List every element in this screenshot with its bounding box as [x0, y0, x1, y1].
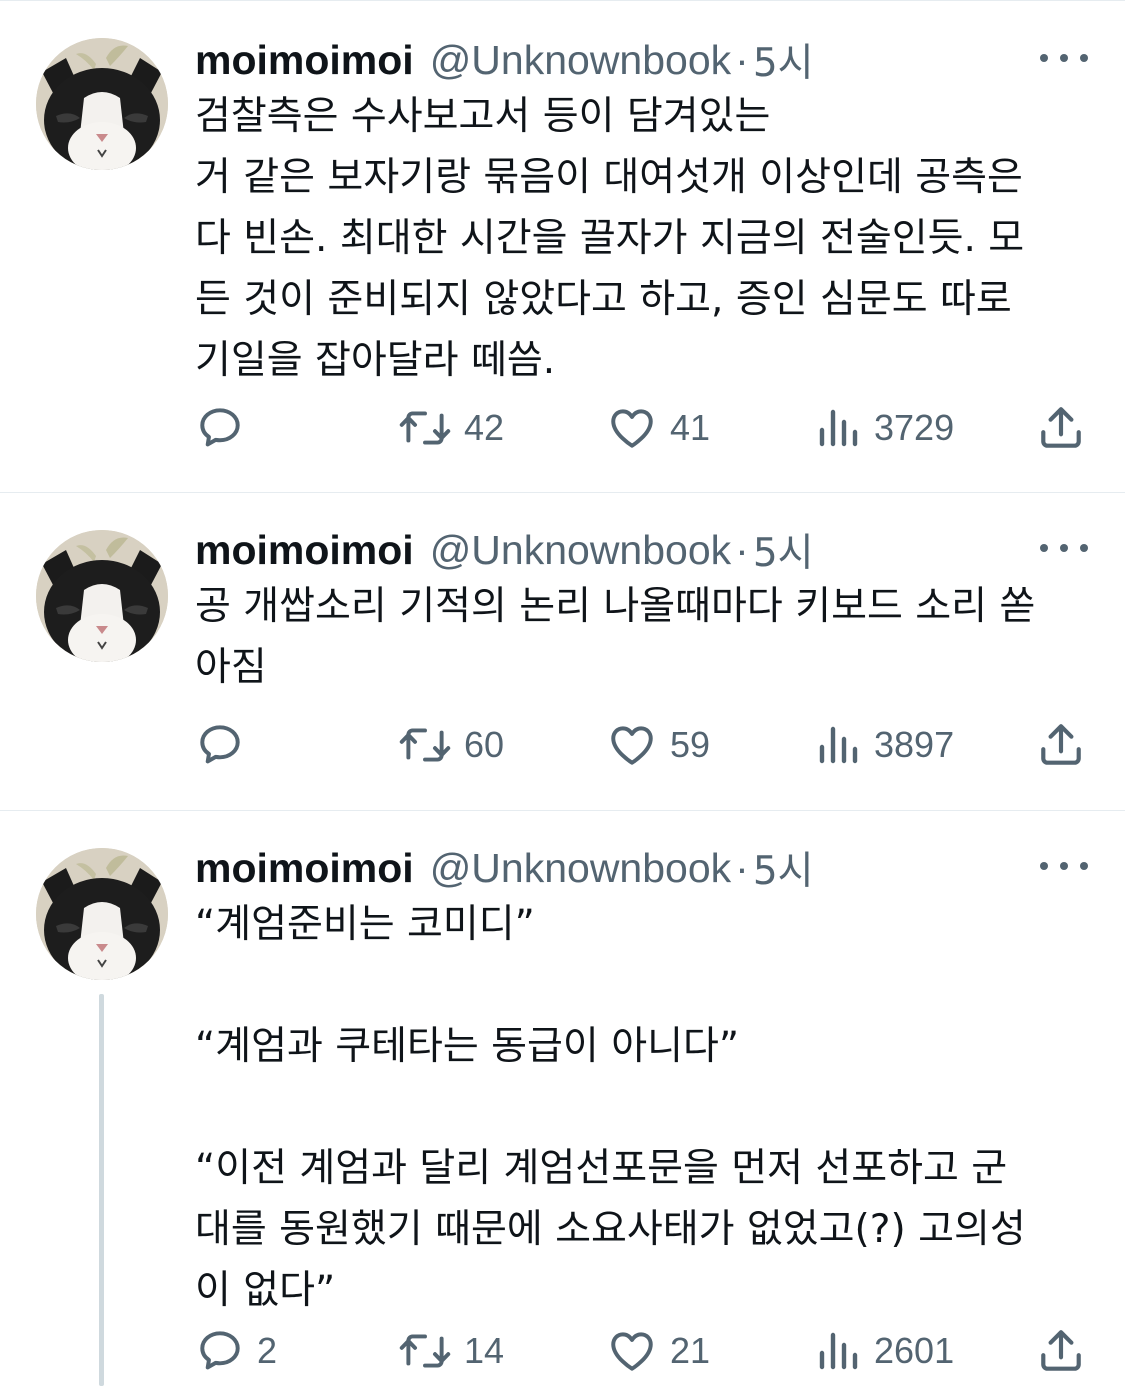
retweet-button[interactable]: 42: [398, 398, 504, 458]
views-icon: [819, 1332, 858, 1370]
tweet-text: 검찰측은 수사보고서 등이 담겨있는 거 같은 보자기랑 묶음이 대여섯개 이상…: [195, 86, 1095, 391]
reply-icon: [200, 408, 240, 447]
user-handle[interactable]: @Unknownbook: [430, 37, 731, 84]
retweet-icon: [399, 1334, 451, 1368]
cat-avatar-image: [36, 848, 168, 980]
more-options-icon[interactable]: [1040, 538, 1088, 558]
tweet-text-line: 기일을 잡아달라 떼씀.: [195, 338, 556, 383]
tweet-text-line: 이 없다”: [195, 1268, 336, 1313]
display-name[interactable]: moimoimoi: [195, 527, 414, 574]
retweet-icon: [399, 411, 451, 445]
heart-icon: [611, 409, 653, 448]
like-button[interactable]: 59: [606, 715, 710, 775]
display-name[interactable]: moimoimoi: [195, 37, 414, 84]
views-button[interactable]: 3897: [814, 715, 954, 775]
tweet-actions: 42 41 3729: [0, 398, 1125, 458]
tweet-divider: [0, 810, 1125, 811]
retweet-button[interactable]: 60: [398, 715, 504, 775]
tweet-text-line: “계엄준비는 코미디”: [195, 902, 535, 947]
cat-avatar-image: [36, 530, 168, 662]
avatar[interactable]: [36, 38, 168, 170]
timestamp[interactable]: 5시: [753, 522, 814, 578]
tweet-actions: 2 14 21 2601: [0, 1321, 1125, 1381]
avatar[interactable]: [36, 848, 168, 980]
reply-count: 2: [257, 1330, 278, 1371]
view-count: 3729: [874, 407, 955, 448]
retweet-count: 14: [464, 1330, 505, 1371]
share-button[interactable]: [1036, 715, 1086, 775]
tweet-text-line: 든 것이 준비되지 않았다고 하고, 증인 심문도 따로: [195, 277, 1012, 322]
separator-dot: ·: [735, 844, 749, 891]
tweet-divider: [0, 492, 1125, 493]
tweet-text-line: 대를 동원했기 때문에 소요사태가 없었고(?) 고의성: [195, 1207, 1026, 1252]
tweet-text-line: 공 개쌉소리 기적의 논리 나올때마다 키보드 소리 쏟: [195, 584, 1036, 629]
share-icon: [1041, 1330, 1081, 1371]
more-options-icon[interactable]: [1040, 48, 1088, 68]
tweet-text-line: 거 같은 보자기랑 묶음이 대여섯개 이상인데 공측은: [195, 155, 1023, 200]
like-count: 41: [670, 407, 711, 448]
tweet-actions: 60 59 3897: [0, 715, 1125, 775]
retweet-count: 60: [464, 724, 505, 765]
share-button[interactable]: [1036, 398, 1086, 458]
tweet-text-line: “계엄과 쿠테타는 동급이 아니다”: [195, 1024, 740, 1069]
reply-button[interactable]: [195, 398, 257, 458]
more-options-icon[interactable]: [1040, 856, 1088, 876]
like-button[interactable]: 41: [606, 398, 710, 458]
retweet-icon: [399, 728, 451, 762]
display-name[interactable]: moimoimoi: [195, 845, 414, 892]
heart-icon: [611, 726, 653, 765]
top-divider: [0, 0, 1125, 1]
like-count: 59: [670, 724, 711, 765]
view-count: 3897: [874, 724, 955, 765]
share-button[interactable]: [1036, 1321, 1086, 1381]
view-count: 2601: [874, 1330, 955, 1371]
tweet-text-line: 검찰측은 수사보고서 등이 담겨있는: [195, 94, 771, 139]
cat-avatar-image: [36, 38, 168, 170]
separator-dot: ·: [735, 36, 749, 83]
retweet-count: 42: [464, 407, 505, 448]
reply-button[interactable]: 2: [195, 1321, 277, 1381]
timestamp[interactable]: 5시: [753, 840, 814, 896]
tweet-header: moimoimoi @Unknownbook · 5시: [195, 32, 814, 88]
avatar[interactable]: [36, 530, 168, 662]
tweet-text: 공 개쌉소리 기적의 논리 나올때마다 키보드 소리 쏟 아짐: [195, 576, 1095, 698]
reply-icon: [200, 725, 240, 764]
tweet-text-line: “이전 계엄과 달리 계엄선포문을 먼저 선포하고 군: [195, 1146, 1008, 1191]
reply-button[interactable]: [195, 715, 257, 775]
share-icon: [1041, 407, 1081, 448]
tweet-header: moimoimoi @Unknownbook · 5시: [195, 840, 814, 896]
reply-icon: [200, 1331, 240, 1370]
heart-icon: [611, 1332, 653, 1371]
like-count: 21: [670, 1330, 711, 1371]
tweet-text-line: 아짐: [195, 645, 267, 690]
like-button[interactable]: 21: [606, 1321, 710, 1381]
timestamp[interactable]: 5시: [753, 32, 814, 88]
views-button[interactable]: 3729: [814, 398, 954, 458]
tweet-text-line: 다 빈손. 최대한 시간을 끌자가 지금의 전술인듯. 모: [195, 216, 1025, 261]
views-button[interactable]: 2601: [814, 1321, 954, 1381]
views-icon: [819, 726, 858, 764]
tweet-header: moimoimoi @Unknownbook · 5시: [195, 522, 814, 578]
user-handle[interactable]: @Unknownbook: [430, 845, 731, 892]
tweet-text: “계엄준비는 코미디” “계엄과 쿠테타는 동급이 아니다” “이전 계엄과 달…: [195, 894, 1095, 1321]
views-icon: [819, 409, 858, 447]
retweet-button[interactable]: 14: [398, 1321, 504, 1381]
user-handle[interactable]: @Unknownbook: [430, 527, 731, 574]
separator-dot: ·: [735, 526, 749, 573]
share-icon: [1041, 724, 1081, 765]
